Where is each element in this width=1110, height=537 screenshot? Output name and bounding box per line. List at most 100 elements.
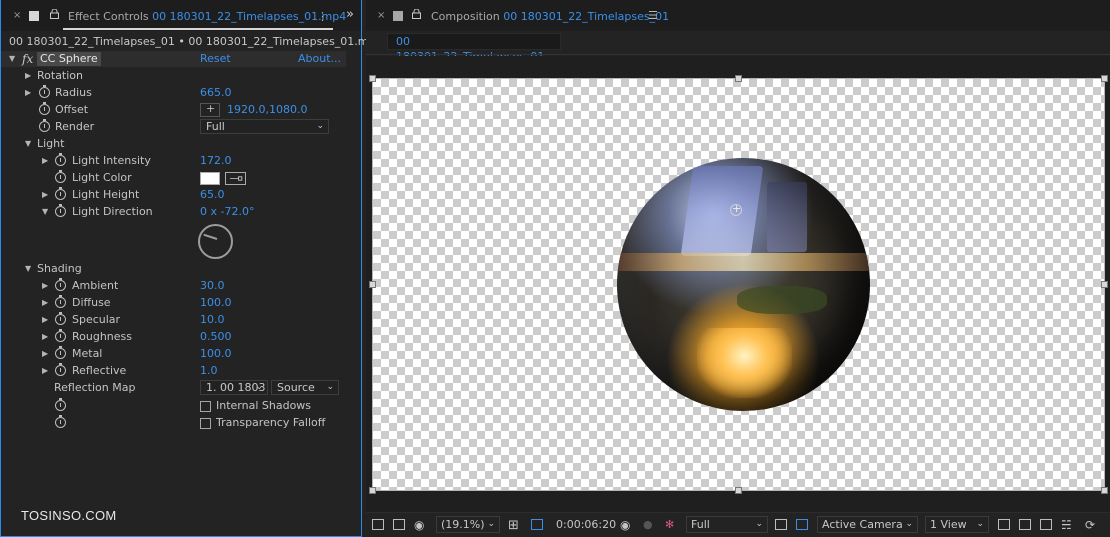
light-height-value[interactable]: 65.0 bbox=[200, 188, 225, 201]
sphere-render[interactable] bbox=[617, 158, 870, 411]
lock-icon[interactable] bbox=[50, 9, 59, 19]
stopwatch-icon[interactable] bbox=[55, 312, 66, 325]
transparency-grid-icon[interactable] bbox=[796, 519, 808, 530]
eyedropper-icon[interactable] bbox=[225, 172, 246, 185]
stopwatch-icon[interactable] bbox=[55, 187, 66, 200]
hamburger-menu-icon[interactable]: ⋮ bbox=[317, 10, 328, 23]
stopwatch-icon[interactable] bbox=[55, 363, 66, 376]
expand-triangle-icon[interactable]: ▶ bbox=[25, 88, 31, 97]
internal-shadows-checkbox[interactable] bbox=[200, 401, 211, 412]
specular-value[interactable]: 10.0 bbox=[200, 313, 225, 326]
layer-handle[interactable] bbox=[369, 487, 376, 494]
expand-triangle-icon[interactable]: ▶ bbox=[42, 366, 48, 375]
timecode[interactable]: 0:00:06:20 bbox=[556, 518, 616, 531]
fast-previews-icon[interactable] bbox=[775, 519, 787, 530]
roughness-value[interactable]: 0.500 bbox=[200, 330, 232, 343]
stopwatch-icon[interactable] bbox=[55, 204, 66, 217]
collapse-triangle-icon[interactable]: ▼ bbox=[25, 139, 31, 148]
render-dropdown[interactable]: Full ⌄ bbox=[200, 119, 329, 134]
stopwatch-icon[interactable] bbox=[55, 295, 66, 308]
stopwatch-icon[interactable] bbox=[39, 102, 50, 115]
vr-mask-icon[interactable]: ◉ bbox=[414, 518, 424, 532]
metal-value[interactable]: 100.0 bbox=[200, 347, 232, 360]
layer-handle[interactable] bbox=[735, 75, 742, 82]
fx-toggle-icon[interactable]: fx bbox=[22, 52, 33, 66]
light-intensity-value[interactable]: 172.0 bbox=[200, 154, 232, 167]
region-of-interest-icon[interactable] bbox=[531, 519, 543, 530]
angle-dial[interactable] bbox=[198, 224, 233, 259]
light-color-swatch[interactable] bbox=[200, 172, 220, 185]
lock-icon[interactable] bbox=[412, 9, 421, 19]
stopwatch-icon[interactable] bbox=[55, 329, 66, 342]
resolution-dropdown[interactable]: Full ⌄ bbox=[686, 516, 768, 533]
stopwatch-icon[interactable] bbox=[55, 346, 66, 359]
composition-tab[interactable]: Composition 00 180301_22_Timelapses_01 bbox=[431, 10, 669, 23]
composition-canvas[interactable] bbox=[372, 78, 1105, 491]
close-panel-icon[interactable]: × bbox=[377, 10, 385, 21]
views-value: 1 View bbox=[930, 518, 967, 531]
panel-menu-icon[interactable] bbox=[393, 11, 403, 21]
color-channels-icon[interactable]: ✻ bbox=[665, 518, 674, 531]
expand-triangle-icon[interactable]: ▶ bbox=[25, 71, 31, 80]
expand-triangle-icon[interactable]: ▶ bbox=[42, 298, 48, 307]
reset-link[interactable]: Reset bbox=[200, 52, 231, 65]
layer-handle[interactable] bbox=[1101, 487, 1108, 494]
transparency-falloff-checkbox[interactable] bbox=[200, 418, 211, 429]
expand-triangle-icon[interactable]: ▶ bbox=[42, 281, 48, 290]
stopwatch-icon[interactable] bbox=[55, 278, 66, 291]
radius-value[interactable]: 665.0 bbox=[200, 86, 232, 99]
light-direction-value[interactable]: 0 x -72.0° bbox=[200, 205, 254, 218]
timeline-icon[interactable] bbox=[1040, 519, 1052, 530]
property-label: Diffuse bbox=[72, 296, 111, 309]
expand-triangle-icon[interactable]: ▶ bbox=[42, 190, 48, 199]
layer-handle[interactable] bbox=[1101, 75, 1108, 82]
expand-chevrons-icon[interactable]: » bbox=[346, 7, 354, 22]
layer-handle[interactable] bbox=[369, 281, 376, 288]
reflective-value[interactable]: 1.0 bbox=[200, 364, 218, 377]
expand-triangle-icon[interactable]: ▶ bbox=[42, 315, 48, 324]
safe-zones-icon[interactable]: ⊞ bbox=[508, 518, 519, 533]
collapse-triangle-icon[interactable]: ▼ bbox=[9, 54, 15, 63]
zoom-dropdown[interactable]: (19.1%) ⌄ bbox=[436, 516, 500, 533]
stopwatch-icon[interactable] bbox=[55, 415, 66, 428]
layer-handle[interactable] bbox=[369, 75, 376, 82]
view-layout-dropdown[interactable]: 1 View ⌄ bbox=[925, 516, 989, 533]
stopwatch-icon[interactable] bbox=[55, 170, 66, 183]
ambient-value[interactable]: 30.0 bbox=[200, 279, 225, 292]
expand-triangle-icon[interactable]: ▶ bbox=[42, 156, 48, 165]
camera-view-dropdown[interactable]: Active Camera ⌄ bbox=[817, 516, 918, 533]
collapse-triangle-icon[interactable]: ▼ bbox=[25, 264, 31, 273]
fast-draft-icon[interactable] bbox=[1019, 519, 1031, 530]
stopwatch-icon[interactable] bbox=[55, 398, 66, 411]
layer-handle[interactable] bbox=[1101, 281, 1108, 288]
reflection-source-dropdown[interactable]: Source ⌄ bbox=[271, 380, 339, 395]
camera-snapshot-icon[interactable]: ◉ bbox=[620, 518, 630, 532]
effect-name[interactable]: CC Sphere bbox=[37, 52, 101, 66]
dropdown-value: Full bbox=[206, 120, 225, 133]
expand-triangle-icon[interactable]: ▶ bbox=[42, 332, 48, 341]
about-link[interactable]: About... bbox=[298, 52, 341, 65]
composition-navigator-tab[interactable]: 00 180301_22_Timelapses_01 bbox=[387, 33, 561, 63]
effect-controls-header: × Effect Controls 00 180301_22_Timelapse… bbox=[1, 0, 361, 31]
stopwatch-icon[interactable] bbox=[39, 119, 50, 132]
anchor-point-icon[interactable] bbox=[730, 202, 742, 216]
collapse-triangle-icon[interactable]: ▼ bbox=[42, 207, 48, 216]
diffuse-value[interactable]: 100.0 bbox=[200, 296, 232, 309]
effect-controls-tab[interactable]: Effect Controls 00 180301_22_Timelapses_… bbox=[68, 10, 346, 23]
layer-handle[interactable] bbox=[735, 487, 742, 494]
flowchart-icon[interactable]: ☵ bbox=[1061, 518, 1072, 532]
expand-triangle-icon[interactable]: ▶ bbox=[42, 349, 48, 358]
always-preview-icon[interactable] bbox=[372, 519, 384, 530]
reflection-layer-dropdown[interactable]: 1. 00 1803 ⌄ bbox=[200, 380, 268, 395]
offset-value[interactable]: 1920.0,1080.0 bbox=[227, 103, 307, 116]
show-snapshot-icon[interactable]: ● bbox=[643, 518, 653, 531]
stopwatch-icon[interactable] bbox=[55, 153, 66, 166]
monitor-icon[interactable] bbox=[393, 519, 405, 530]
panel-menu-icon[interactable] bbox=[29, 11, 39, 21]
reset-exposure-icon[interactable]: ⟳ bbox=[1085, 518, 1095, 532]
close-panel-icon[interactable]: × bbox=[13, 10, 21, 21]
crosshair-target-icon[interactable] bbox=[200, 102, 220, 117]
toggle-pixel-aspect-icon[interactable] bbox=[998, 519, 1010, 530]
hamburger-menu-icon[interactable]: ☰ bbox=[648, 9, 658, 22]
stopwatch-icon[interactable] bbox=[39, 85, 50, 98]
